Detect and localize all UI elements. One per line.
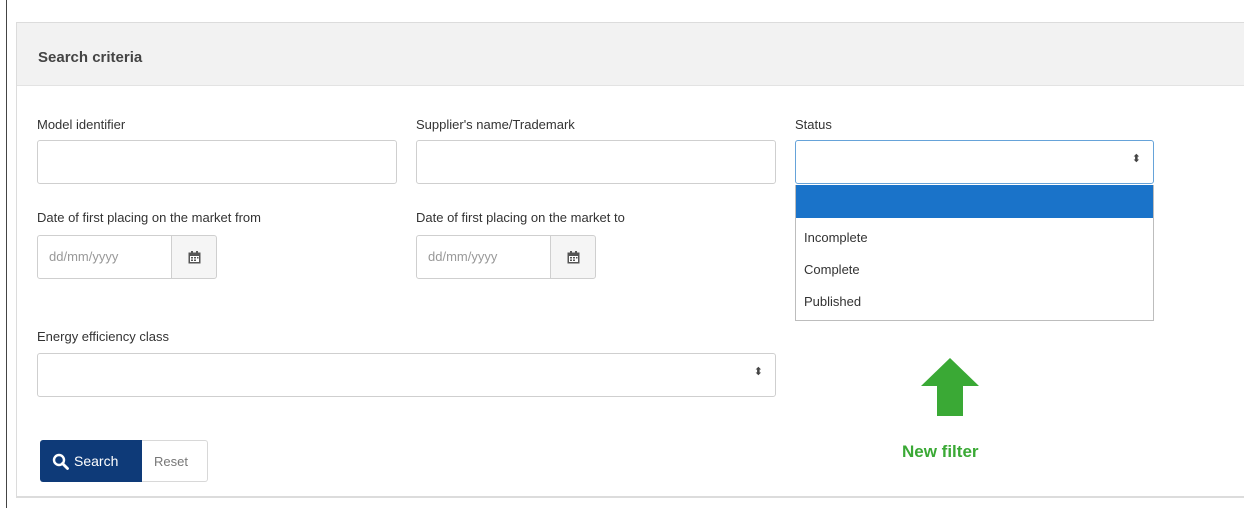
date-to-input[interactable]: dd/mm/yyyy: [416, 235, 551, 279]
status-label: Status: [795, 117, 832, 132]
model-identifier-input[interactable]: [37, 140, 397, 184]
reset-button[interactable]: Reset: [142, 440, 208, 482]
calendar-icon: [567, 251, 580, 264]
date-from-input[interactable]: dd/mm/yyyy: [37, 235, 172, 279]
calendar-icon: [188, 251, 201, 264]
date-to-label: Date of first placing on the market to: [416, 210, 625, 225]
supplier-label: Supplier's name/Trademark: [416, 117, 575, 132]
status-option-complete[interactable]: Complete: [804, 262, 860, 277]
status-option-incomplete[interactable]: Incomplete: [804, 230, 868, 245]
date-to-calendar-button[interactable]: [550, 235, 596, 279]
reset-button-label: Reset: [154, 454, 188, 469]
status-option-published[interactable]: Published: [804, 294, 861, 309]
up-arrow-icon: [921, 358, 979, 416]
energy-class-label: Energy efficiency class: [37, 329, 169, 344]
model-identifier-label: Model identifier: [37, 117, 126, 132]
date-from-group: dd/mm/yyyy: [37, 235, 217, 279]
search-button-label: Search: [74, 453, 119, 469]
status-option-empty[interactable]: [796, 185, 1153, 218]
panel-header: Search criteria: [17, 23, 1244, 86]
select-arrows-icon: ⬍: [753, 366, 763, 378]
select-arrows-icon: ⬍: [1131, 153, 1141, 165]
date-from-calendar-button[interactable]: [171, 235, 217, 279]
status-select[interactable]: ⬍: [795, 140, 1154, 184]
date-from-label: Date of first placing on the market from: [37, 210, 261, 225]
energy-class-select[interactable]: ⬍: [37, 353, 776, 397]
date-to-group: dd/mm/yyyy: [416, 235, 596, 279]
new-filter-annotation: New filter: [902, 442, 979, 461]
status-dropdown-list: Incomplete Complete Published: [795, 185, 1154, 321]
supplier-input[interactable]: [416, 140, 776, 184]
search-icon: [52, 453, 69, 470]
panel-title: Search criteria: [38, 49, 143, 66]
search-button[interactable]: Search: [40, 440, 142, 482]
page-border-line: [6, 0, 7, 508]
